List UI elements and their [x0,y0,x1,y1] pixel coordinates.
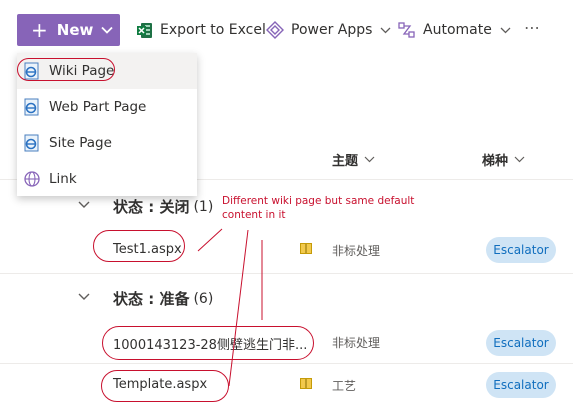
annotation-lines [197,228,263,387]
